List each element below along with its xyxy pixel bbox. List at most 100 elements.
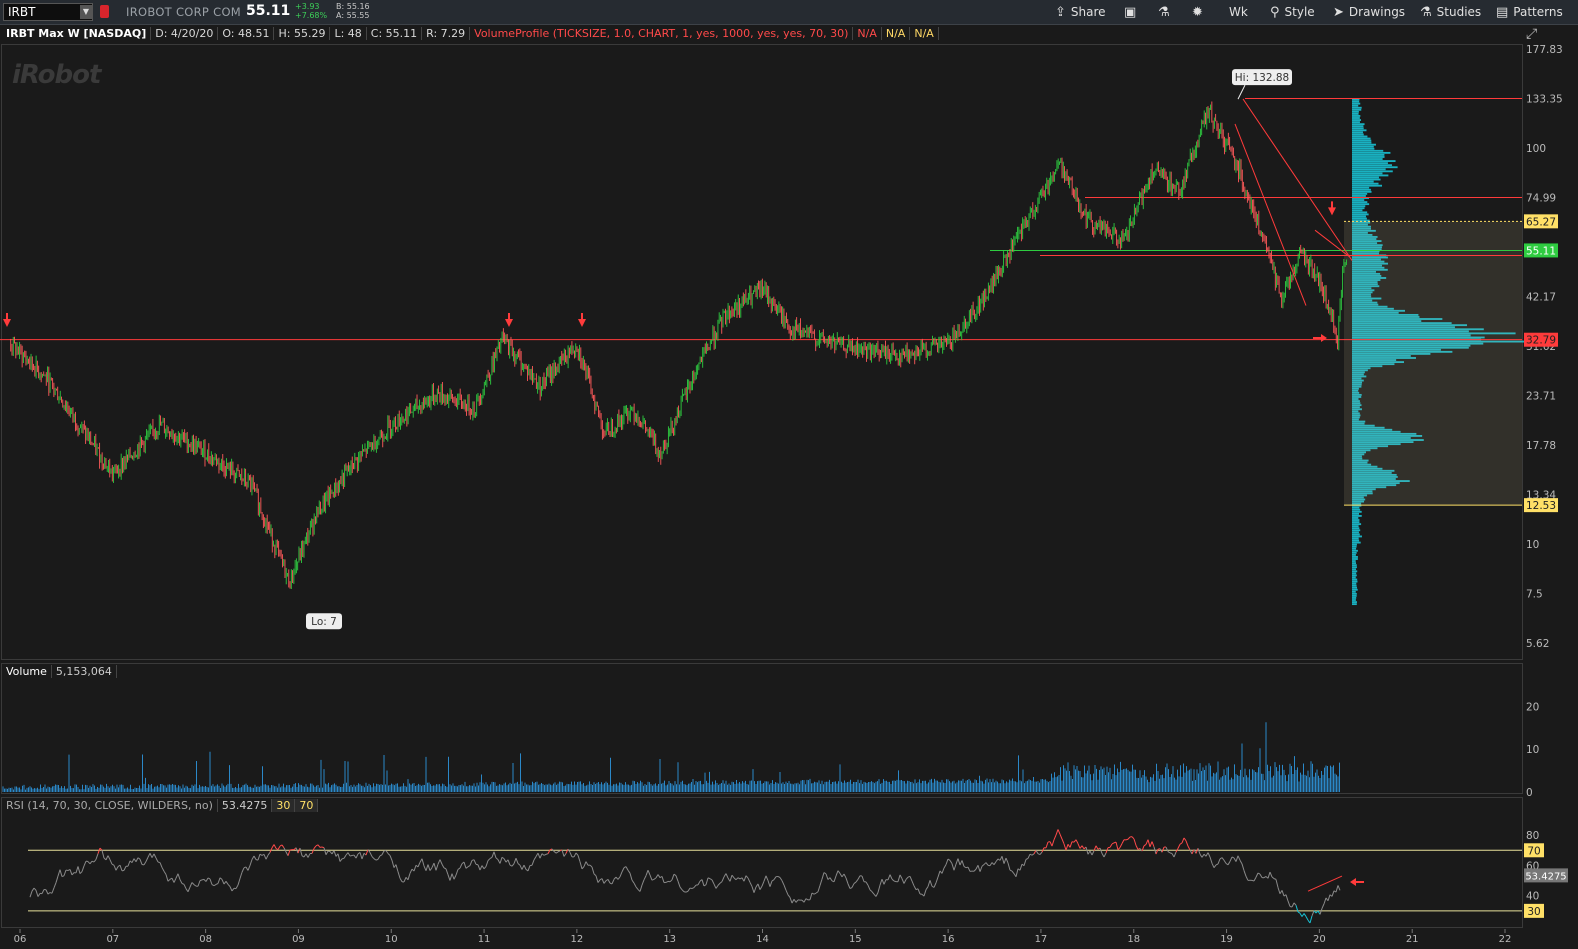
- rsi-line-segment: [389, 855, 393, 861]
- rsi-line-segment: [733, 877, 737, 881]
- volume-profile-bar: [1352, 517, 1359, 519]
- rsi-line-segment: [747, 877, 751, 883]
- rsi-line-segment: [433, 862, 437, 871]
- rsi-line-segment: [153, 853, 157, 859]
- price-tick-label: 42.17: [1526, 291, 1556, 303]
- rsi-line-segment: [889, 874, 893, 880]
- rsi-line-segment: [349, 855, 353, 857]
- volume-profile-bar: [1352, 112, 1359, 115]
- rsi-line-segment: [595, 875, 599, 883]
- rsi-line-segment: [55, 875, 59, 883]
- price-tick-label: 10: [1526, 539, 1539, 551]
- rsi-line-segment: [1057, 829, 1061, 835]
- rsi-line-segment: [621, 867, 625, 873]
- rsi-line-segment: [581, 866, 585, 870]
- rsi-line-segment: [1089, 850, 1093, 856]
- volume-profile-bar: [1352, 151, 1391, 154]
- rsi-line-segment: [537, 852, 541, 859]
- rsi-line-segment: [77, 866, 81, 874]
- rsi-line-segment: [837, 870, 841, 874]
- volume-profile-bar: [1352, 168, 1386, 171]
- volume-profile-bar: [1352, 553, 1356, 556]
- rsi-line-segment: [501, 856, 505, 860]
- volume-profile-bar: [1352, 170, 1393, 173]
- rsi-line-segment: [717, 882, 721, 886]
- volume-profile-bar: [1352, 597, 1357, 599]
- rsi-line-segment: [251, 855, 255, 860]
- rsi-line-segment: [1061, 838, 1065, 845]
- rsi-line-segment: [627, 869, 631, 874]
- rsi-line-segment: [653, 877, 657, 880]
- rsi-line-segment: [573, 852, 577, 858]
- volume-profile-bar: [1352, 508, 1361, 511]
- rsi-line-segment: [779, 877, 783, 881]
- rsi-line-segment: [395, 864, 399, 872]
- volume-tick-label: 20: [1526, 701, 1539, 713]
- rsi-line-segment: [839, 873, 843, 878]
- rsi-line-segment: [1181, 837, 1185, 844]
- rsi-line-segment: [1179, 842, 1183, 845]
- rsi-line-segment: [1151, 841, 1155, 848]
- volume-profile-bar: [1352, 137, 1371, 140]
- rsi-line-segment: [487, 858, 491, 861]
- rsi-line-segment: [1287, 900, 1291, 907]
- rsi-line-segment: [847, 883, 851, 889]
- rsi-line-segment: [517, 863, 521, 866]
- rsi-line-segment: [495, 857, 499, 861]
- rsi-line-segment: [1215, 863, 1219, 866]
- down-arrow-marker: [1328, 201, 1336, 216]
- rsi-line-segment: [589, 864, 593, 868]
- hi-callout-pointer: [1237, 84, 1246, 100]
- rsi-line-segment: [425, 864, 429, 871]
- rsi-line-segment: [115, 866, 119, 871]
- rsi-line-segment: [949, 860, 953, 864]
- volume-profile-bar: [1352, 100, 1360, 103]
- rsi-line-segment: [481, 865, 485, 870]
- rsi-line-segment: [793, 898, 797, 903]
- rsi-line-segment: [1005, 857, 1009, 864]
- rsi-line-segment: [905, 876, 909, 880]
- volume-profile-bar: [1352, 551, 1357, 554]
- rsi-line-segment: [625, 866, 629, 871]
- rsi-line-segment: [473, 859, 477, 865]
- price-tick-label: 5.62: [1526, 638, 1549, 650]
- rsi-line-segment: [333, 850, 337, 857]
- rsi-line-segment: [451, 873, 455, 880]
- rsi-line-segment: [1229, 856, 1233, 862]
- volume-tick-label: 0: [1526, 787, 1533, 799]
- rsi-line-segment: [277, 845, 281, 850]
- rsi-line-segment: [247, 865, 251, 871]
- rsi-line-segment: [1169, 852, 1173, 854]
- volume-profile-bar: [1352, 129, 1367, 132]
- rsi-line-segment: [927, 880, 931, 887]
- rsi-line-segment: [773, 876, 777, 880]
- rsi-line-segment: [47, 892, 51, 895]
- rsi-line-segment: [943, 864, 947, 869]
- rsi-line-segment: [857, 875, 861, 880]
- volume-profile-bar: [1352, 539, 1360, 542]
- rsi-line-segment: [1227, 861, 1231, 866]
- volume-profile-bar: [1352, 213, 1369, 216]
- rsi-line-segment: [343, 854, 347, 859]
- down-arrow-marker: [505, 312, 513, 327]
- rsi-line-segment: [509, 864, 513, 867]
- volume-tick-label: 10: [1526, 744, 1539, 756]
- rsi-line-segment: [947, 858, 951, 861]
- rsi-line-segment: [579, 861, 583, 870]
- rsi-line-segment: [1213, 864, 1217, 868]
- rsi-line-segment: [817, 885, 821, 892]
- volume-profile-bar: [1352, 549, 1358, 552]
- volume-profile-bar: [1352, 576, 1356, 579]
- volume-profile-bar: [1352, 178, 1381, 181]
- rsi-line-segment: [1173, 851, 1177, 858]
- rsi-line-segment: [79, 871, 83, 875]
- rsi-line-segment: [539, 853, 543, 859]
- chart-canvas[interactable]: 06 07 08 09 10 11 12 13 14 15 16 17 18 19 20 21 22 177.83…: [0, 0, 1578, 949]
- rsi-line-segment: [993, 861, 997, 865]
- rsi-line-segment: [417, 862, 421, 868]
- rsi-line-segment: [853, 881, 857, 884]
- rsi-line-segment: [231, 887, 235, 892]
- rsi-line-segment: [647, 870, 651, 876]
- rsi-line-segment: [281, 844, 285, 849]
- rsi-line-segment: [703, 884, 707, 887]
